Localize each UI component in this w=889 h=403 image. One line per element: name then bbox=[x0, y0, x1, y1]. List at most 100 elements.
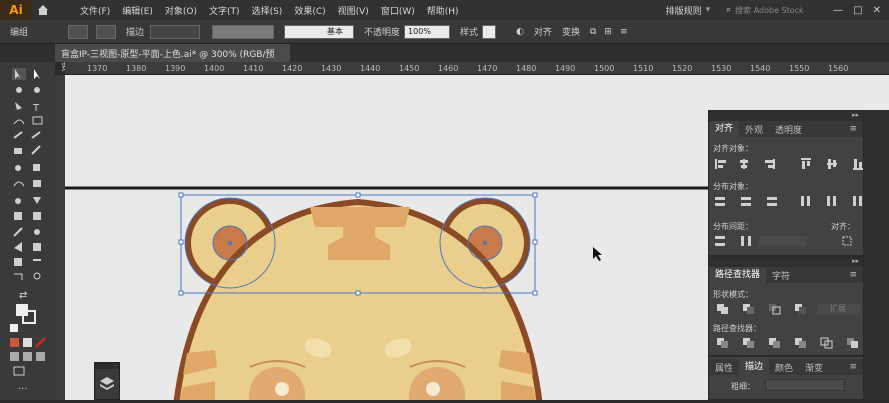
shape-modes-label: 形状模式： bbox=[713, 290, 753, 299]
space-horizontal-icon bbox=[741, 236, 744, 246]
draw-behind-icon bbox=[23, 352, 32, 361]
collapse-icon[interactable]: ▸▸ bbox=[852, 257, 859, 265]
weight-label: 粗细： bbox=[731, 382, 755, 391]
panel-menu-icon[interactable]: ≡ bbox=[843, 362, 863, 372]
tab-align[interactable]: 对齐 bbox=[709, 121, 740, 137]
tab-gradient[interactable]: 渐变 bbox=[799, 361, 829, 374]
shaper-icon bbox=[14, 148, 22, 154]
pathfinder-icons[interactable] bbox=[713, 335, 863, 351]
tab-character[interactable]: 字符 bbox=[766, 269, 796, 282]
none-mode-icon bbox=[35, 337, 46, 348]
stroke-weight-input[interactable] bbox=[150, 24, 201, 39]
panel-menu-icon[interactable]: ≡ bbox=[843, 270, 863, 280]
tab-appearance[interactable]: 外观 bbox=[739, 123, 769, 136]
pathfinders-label: 路径查找器： bbox=[713, 324, 761, 333]
tools-icons: T ⇄ ··· bbox=[10, 68, 46, 395]
minimize-icon[interactable]: — bbox=[833, 5, 843, 16]
horizontal-ruler: 1370 1380 1390 1400 1410 1420 1430 1440 … bbox=[65, 62, 889, 75]
workspace-switcher[interactable]: 排版规则 bbox=[666, 4, 702, 17]
width-tool-icon bbox=[13, 181, 25, 187]
line-tool-icon bbox=[13, 119, 25, 125]
ruler-tick: 1410 bbox=[243, 64, 264, 73]
recolor-icon[interactable]: ◐ bbox=[516, 27, 524, 37]
restore-icon[interactable]: □ bbox=[853, 5, 862, 16]
menu-bar: Ai 文件(F) 编辑(E) 对象(O) 文字(T) 选择(S) 效果(C) 视… bbox=[0, 0, 889, 20]
arrange-icon[interactable]: ⊞ bbox=[604, 27, 612, 37]
tab-transparency[interactable]: 透明度 bbox=[769, 123, 808, 136]
handle-tc bbox=[355, 192, 361, 198]
handle-mr bbox=[532, 239, 538, 245]
variable-width-profile[interactable] bbox=[212, 24, 275, 39]
blend-icon bbox=[34, 229, 40, 235]
align-bottom-icon bbox=[853, 168, 863, 170]
handle-br bbox=[532, 290, 538, 296]
menu-file[interactable]: 文件(F) bbox=[80, 4, 110, 17]
tab-properties[interactable]: 属性 bbox=[709, 361, 739, 374]
left-eye-shine bbox=[275, 382, 289, 396]
ruler-tick: 1450 bbox=[399, 64, 420, 73]
stroke-swatch[interactable] bbox=[96, 24, 117, 39]
ruler-tick: 1550 bbox=[789, 64, 810, 73]
distribute-objects-icons[interactable] bbox=[713, 193, 863, 209]
stock-search-input[interactable]: 搜索 Adobe Stock bbox=[735, 5, 825, 16]
type-tool-icon: T bbox=[32, 103, 40, 114]
menu-select[interactable]: 选择(S) bbox=[252, 4, 283, 17]
draw-normal-icon bbox=[10, 352, 19, 361]
lasso-icon bbox=[34, 87, 40, 93]
opacity-input[interactable]: 100% bbox=[404, 24, 451, 39]
search-icon[interactable]: ⌕ bbox=[726, 5, 731, 15]
panel-titlebar[interactable]: ▸▸ bbox=[709, 257, 863, 267]
gradient-icon bbox=[33, 212, 41, 220]
collapse-icon[interactable]: ▸▸ bbox=[852, 111, 859, 119]
ruler-tick: 1530 bbox=[711, 64, 732, 73]
brush-definition[interactable]: 基本 bbox=[284, 24, 355, 39]
transform-button[interactable]: 变换 bbox=[562, 25, 580, 38]
rectangle-tool-icon bbox=[32, 116, 43, 125]
panel-titlebar[interactable]: ▸▸ bbox=[709, 111, 863, 121]
menu-effect[interactable]: 效果(C) bbox=[294, 4, 325, 17]
menu-view[interactable]: 视图(V) bbox=[338, 4, 369, 17]
dist-bottom-icon bbox=[767, 197, 777, 200]
align-button[interactable]: 对齐 bbox=[534, 25, 552, 38]
document-tab[interactable]: 盲盒IP-三视图-原型-平面-上色.ai* @ 300% (RGB/预览) × bbox=[55, 44, 290, 73]
more-tools-icon: ··· bbox=[18, 384, 28, 395]
stroke-panel-tabs: 属性 描边 颜色 渐变 ≡ bbox=[709, 359, 863, 375]
menu-edit[interactable]: 编辑(E) bbox=[122, 4, 153, 17]
menu-window[interactable]: 窗口(W) bbox=[381, 4, 415, 17]
distribute-spacing-icons[interactable] bbox=[713, 233, 863, 249]
stroke-panel: 属性 描边 颜色 渐变 ≡ 粗细： bbox=[708, 356, 864, 400]
panel-menu-icon[interactable]: ≡ bbox=[843, 124, 863, 134]
tab-stroke[interactable]: 描边 bbox=[739, 359, 770, 375]
menu-object[interactable]: 对象(O) bbox=[165, 4, 197, 17]
chevron-down-icon[interactable]: ▾ bbox=[706, 5, 711, 15]
weight-input[interactable] bbox=[765, 379, 845, 391]
layers-icon[interactable] bbox=[95, 369, 119, 399]
dist-left-icon bbox=[801, 196, 804, 206]
isolate-icon[interactable]: ⧉ bbox=[590, 27, 596, 37]
fill-swatch[interactable] bbox=[68, 24, 89, 39]
graphic-style-swatch[interactable] bbox=[482, 24, 497, 39]
align-panel-tabs: 对齐 外观 透明度 ≡ bbox=[709, 121, 863, 137]
opacity-label[interactable]: 不透明度 bbox=[364, 25, 400, 38]
close-icon[interactable]: ✕ bbox=[873, 5, 881, 16]
tab-pathfinder[interactable]: 路径查找器 bbox=[709, 267, 767, 283]
graph-icon bbox=[33, 243, 41, 251]
menu-type[interactable]: 文字(T) bbox=[209, 4, 240, 17]
panel-menu-icon[interactable]: ≡ bbox=[620, 27, 628, 37]
default-colors-icon bbox=[10, 324, 18, 332]
perspective-icon bbox=[33, 197, 41, 204]
symbol-sprayer-icon bbox=[14, 242, 22, 252]
draw-inside-icon bbox=[36, 352, 45, 361]
scale-icon bbox=[33, 164, 40, 171]
ruler-tick: 1420 bbox=[282, 64, 303, 73]
layers-mini-panel: ·· bbox=[94, 362, 120, 400]
menu-help[interactable]: 帮助(H) bbox=[427, 4, 459, 17]
ruler-tick: 1430 bbox=[321, 64, 342, 73]
align-objects-icons[interactable] bbox=[713, 155, 863, 171]
vertical-ruler bbox=[55, 75, 65, 400]
tab-color[interactable]: 颜色 bbox=[769, 361, 799, 374]
stroke-label[interactable]: 描边 bbox=[126, 25, 144, 38]
home-icon[interactable] bbox=[36, 3, 50, 17]
pencil-icon bbox=[31, 131, 41, 139]
expand-label[interactable]: 扩展 bbox=[830, 303, 846, 314]
